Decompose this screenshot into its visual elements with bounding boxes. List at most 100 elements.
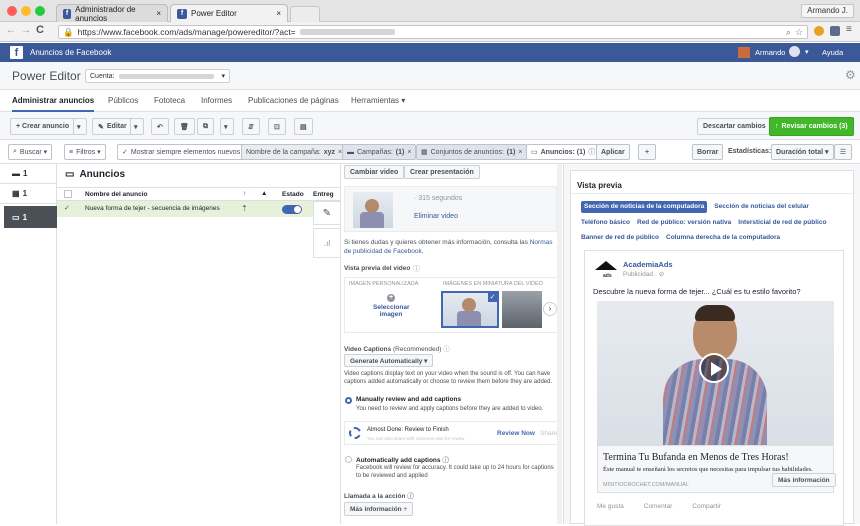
export-button[interactable]: ▤ <box>294 118 313 135</box>
stats-dropdown[interactable]: Duración total ▾ <box>771 144 834 160</box>
cta-button[interactable]: Más información <box>772 473 836 487</box>
gear-icon[interactable]: ⚙ <box>845 68 856 82</box>
link-card[interactable]: Termina Tu Bufanda en Menos de Tres Hora… <box>597 445 836 493</box>
campaigns-level[interactable]: ▬ 1 <box>0 164 57 184</box>
page-logo[interactable]: ads <box>595 261 617 281</box>
edit-dropdown-button[interactable]: ▾ <box>130 118 144 135</box>
fb-ads-title[interactable]: Anuncios de Facebook <box>30 48 111 57</box>
placement-desktop-feed[interactable]: Sección de noticias de la computadora <box>581 201 708 213</box>
manual-captions-radio[interactable] <box>345 397 352 404</box>
zoom-icon[interactable]: ⌕ <box>786 27 791 38</box>
page-name[interactable]: AcademiaAds <box>623 260 673 269</box>
info-icon[interactable]: ⓘ <box>442 457 449 464</box>
column-delivery[interactable]: Entreg <box>313 191 334 198</box>
status-toggle[interactable] <box>282 205 302 214</box>
ads-level[interactable]: ▭ 1 <box>4 206 57 228</box>
reload-icon[interactable]: C <box>36 24 44 36</box>
tab-audiences[interactable]: Públicos <box>108 96 138 105</box>
link-headline[interactable]: Termina Tu Bufanda en Menos de Tres Hora… <box>603 452 789 463</box>
tab-reports[interactable]: Informes <box>201 96 232 105</box>
change-video-button[interactable]: Cambiar video <box>344 165 405 179</box>
table-row[interactable]: ✓ Nueva forma de tejer - secuencia de im… <box>57 201 313 217</box>
campaigns-filter[interactable]: ▬ Campañas: (1) × <box>342 144 417 160</box>
placement-desktop-right-column[interactable]: Columna derecha de la computadora <box>666 233 780 243</box>
close-icon[interactable]: × <box>518 149 522 156</box>
like-action[interactable]: Me gusta <box>597 503 624 510</box>
editor-scrollbar[interactable] <box>557 164 562 524</box>
edit-pencil-tab[interactable]: ✎ <box>313 201 341 225</box>
close-icon[interactable]: × <box>407 149 411 156</box>
row-checkbox-checked[interactable]: ✓ <box>64 204 70 212</box>
tab-manage-ads[interactable]: Administrar anuncios <box>12 96 95 112</box>
column-status[interactable]: Estado <box>282 191 304 198</box>
search-dropdown[interactable]: ⌕ Buscar ▾ <box>8 144 53 160</box>
apply-button[interactable]: Aplicar <box>596 144 630 160</box>
profile-name[interactable]: Armando J. <box>801 4 854 18</box>
review-now-link[interactable]: Review Now <box>497 430 535 437</box>
split-button[interactable]: ⇵ <box>242 118 260 135</box>
create-presentation-button[interactable]: Crear presentación <box>404 165 480 179</box>
facebook-logo-icon[interactable]: f <box>10 46 23 59</box>
account-selector[interactable]: Cuenta: ▾ <box>85 69 230 83</box>
forward-icon[interactable]: → <box>21 25 31 36</box>
info-icon[interactable]: ⓘ <box>443 346 450 353</box>
chevron-right-icon[interactable]: › <box>543 302 557 316</box>
tab-tools[interactable]: Herramientas ▾ <box>351 96 405 105</box>
back-icon[interactable]: ← <box>6 25 16 36</box>
placement-feature-phone[interactable]: Teléfono básico <box>581 218 630 228</box>
create-ad-button[interactable]: + Crear anuncio <box>10 118 76 135</box>
auto-captions-radio[interactable] <box>345 456 352 463</box>
select-image-button[interactable]: + Seleccionar imagen <box>373 294 410 318</box>
info-icon[interactable]: ⓘ <box>413 264 420 274</box>
placement-mobile-feed[interactable]: Sección de noticias del celular <box>714 202 809 212</box>
preview-button[interactable]: ⊡ <box>268 118 286 135</box>
extension-icon[interactable] <box>830 26 840 36</box>
close-tab-icon[interactable]: × <box>276 9 281 18</box>
discard-changes-button[interactable]: Descartar cambios <box>697 118 772 135</box>
adsets-level[interactable]: ▦ 1 <box>0 184 57 204</box>
video-preview[interactable] <box>597 301 834 445</box>
select-all-checkbox[interactable] <box>64 190 72 198</box>
captions-select[interactable]: Generate Automatically ▾ <box>344 354 434 367</box>
cta-select[interactable]: Más información ÷ <box>344 502 414 516</box>
tab-page-posts[interactable]: Publicaciones de páginas <box>248 96 339 105</box>
extension-icon[interactable] <box>814 26 824 36</box>
duplicate-dropdown-button[interactable]: ▾ <box>220 118 234 135</box>
tab-image-library[interactable]: Fototeca <box>154 96 185 105</box>
ad-name-cell[interactable]: Nueva forma de tejer - secuencia de imág… <box>85 205 220 212</box>
minimize-window-button[interactable] <box>21 6 31 16</box>
edit-button[interactable]: ✎ Editar <box>92 118 133 135</box>
share-action[interactable]: Compartir <box>692 503 721 510</box>
browser-tab-ads-manager[interactable]: f Administrador de anuncios × <box>56 4 168 23</box>
ads-filter[interactable]: ▭ Anuncios: (1) ⓘ <box>526 144 601 160</box>
globe-icon[interactable] <box>789 46 800 57</box>
bookmark-star-icon[interactable]: ☆ <box>795 27 807 38</box>
create-dropdown-button[interactable]: ▾ <box>73 118 87 135</box>
zoom-window-button[interactable] <box>35 6 45 16</box>
review-changes-button[interactable]: ↑ Revisar cambios (3) <box>769 117 854 136</box>
campaign-name-filter[interactable]: Nombre de la campaña: xyz × <box>241 144 348 160</box>
undo-button[interactable]: ↶ <box>151 118 169 135</box>
placement-audience-native[interactable]: Red de público: versión nativa <box>637 218 731 228</box>
new-tab-button[interactable] <box>290 6 320 22</box>
info-icon[interactable]: ⓘ <box>407 493 414 500</box>
clear-button[interactable]: Borrar <box>692 144 724 160</box>
menu-icon[interactable]: ≡ <box>846 24 852 35</box>
add-filter-button[interactable]: + <box>638 144 656 160</box>
thumbnail-option-selected[interactable]: ✓ <box>441 291 499 328</box>
remove-video-link[interactable]: Eliminar video <box>414 213 458 220</box>
stats-tab[interactable]: .ıl <box>313 228 341 258</box>
close-window-button[interactable] <box>7 6 17 16</box>
chevron-down-icon[interactable]: ▾ <box>805 48 809 56</box>
always-show-new-toggle[interactable]: ✓ Mostrar siempre elementos nuevos <box>117 144 246 160</box>
filters-dropdown[interactable]: ≡ Filtros ▾ <box>64 144 106 160</box>
close-tab-icon[interactable]: × <box>156 9 161 18</box>
thumbnail-option[interactable] <box>502 291 542 328</box>
sort-icon[interactable]: ↑ <box>243 190 246 197</box>
placement-audience-interstitial[interactable]: Intersticial de red de público <box>738 218 826 228</box>
share-link[interactable]: Share <box>540 430 557 437</box>
placement-audience-banner[interactable]: Banner de red de público <box>581 233 659 243</box>
user-name[interactable]: Armando <box>755 48 785 57</box>
columns-icon[interactable]: ☰ <box>834 144 852 160</box>
duplicate-button[interactable]: ⧉ <box>197 118 214 135</box>
